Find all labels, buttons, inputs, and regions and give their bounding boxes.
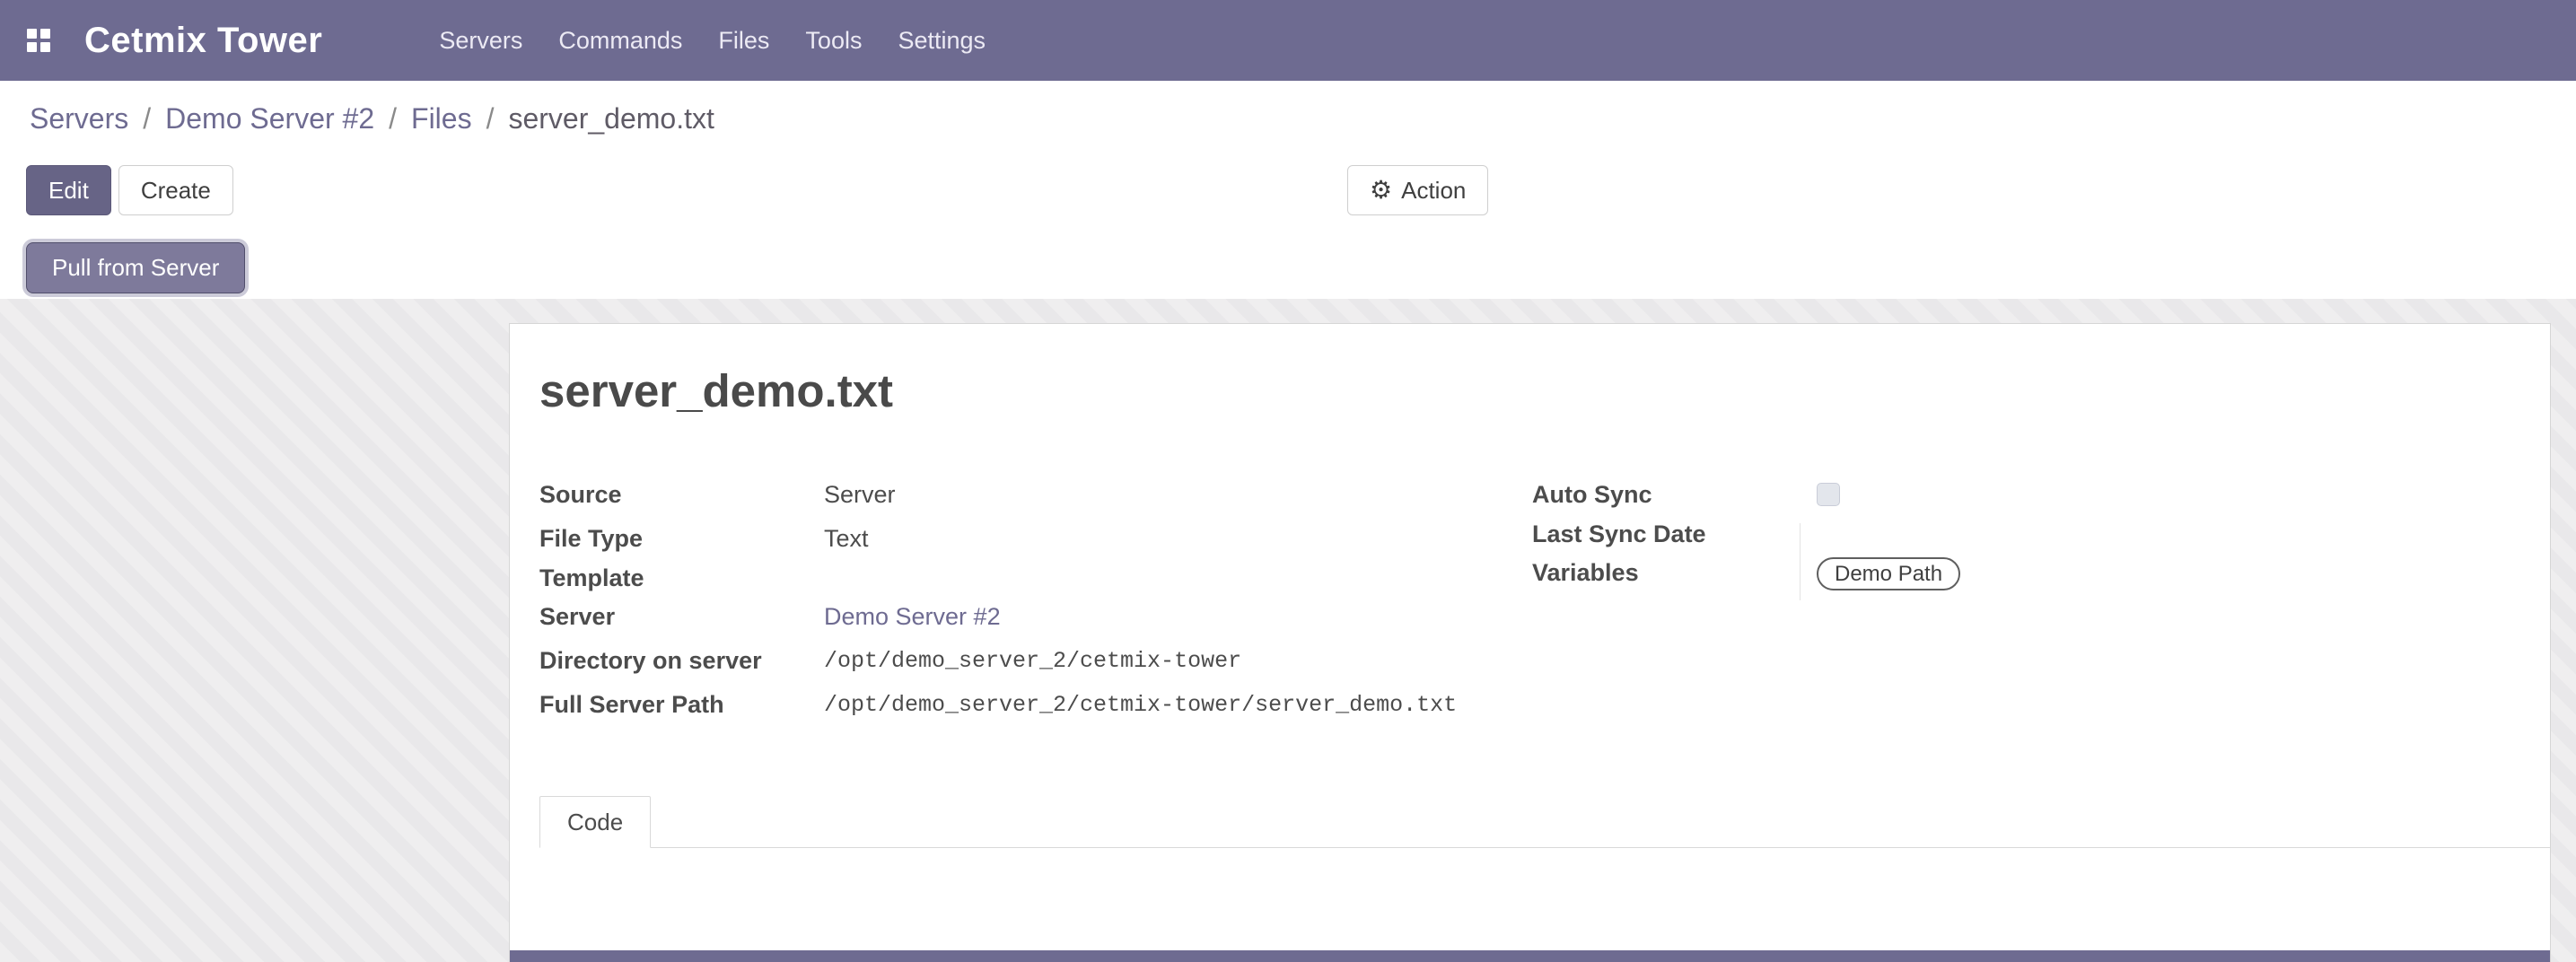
code-editor-top-strip <box>510 950 2550 962</box>
field-row-server: Server Demo Server #2 <box>539 595 1491 639</box>
field-row-last-sync-date: Last Sync Date <box>1532 517 2519 551</box>
form-view-background: server_demo.txt Source Server File Type … <box>0 299 2576 962</box>
action-menu-button[interactable]: ⚙ Action <box>1347 165 1488 215</box>
field-row-source: Source Server <box>539 473 1491 517</box>
field-label-template: Template <box>539 561 824 595</box>
field-value-full-path: /opt/demo_server_2/cetmix-tower/server_d… <box>824 683 1457 727</box>
field-label-server: Server <box>539 595 824 639</box>
form-sheet: server_demo.txt Source Server File Type … <box>509 323 2551 962</box>
notebook-tabs: Code <box>539 796 2550 848</box>
field-row-variables: Variables Demo Path <box>1532 551 2519 595</box>
field-row-file-type: File Type Text <box>539 517 1491 561</box>
edit-button[interactable]: Edit <box>26 165 111 215</box>
action-menu-label: Action <box>1401 177 1466 205</box>
form-buttons: Edit Create <box>26 165 233 215</box>
field-group-left: Source Server File Type Text Template Se… <box>539 473 1491 727</box>
field-value-variables: Demo Path <box>1817 551 1960 595</box>
gear-icon: ⚙ <box>1370 178 1392 203</box>
field-row-full-path: Full Server Path /opt/demo_server_2/cetm… <box>539 683 1491 727</box>
brand-title[interactable]: Cetmix Tower <box>84 21 322 61</box>
field-label-source: Source <box>539 473 824 517</box>
menu-commands[interactable]: Commands <box>540 0 700 81</box>
field-value-source: Server <box>824 473 896 517</box>
variable-tag-demo-path: Demo Path <box>1817 557 1960 590</box>
top-navbar: Cetmix Tower Servers Commands Files Tool… <box>0 0 2576 81</box>
main-menu: Servers Commands Files Tools Settings <box>421 0 1003 81</box>
breadcrumb-servers[interactable]: Servers <box>30 102 128 136</box>
breadcrumb: Servers / Demo Server #2 / Files / serve… <box>30 102 714 136</box>
breadcrumb-separator: / <box>486 102 495 136</box>
menu-tools[interactable]: Tools <box>787 0 880 81</box>
grid-dot <box>40 42 50 52</box>
field-label-variables: Variables <box>1532 551 1817 595</box>
field-value-server-link[interactable]: Demo Server #2 <box>824 595 1001 639</box>
menu-servers[interactable]: Servers <box>421 0 540 81</box>
apps-grid-icon[interactable] <box>27 29 50 52</box>
breadcrumb-demo-server-2[interactable]: Demo Server #2 <box>165 102 374 136</box>
field-label-directory: Directory on server <box>539 639 824 683</box>
breadcrumb-current-file: server_demo.txt <box>508 102 714 136</box>
field-label-full-path: Full Server Path <box>539 683 824 727</box>
field-group-right: Auto Sync Last Sync Date Variables Demo … <box>1532 473 2519 595</box>
menu-files[interactable]: Files <box>700 0 787 81</box>
field-row-auto-sync: Auto Sync <box>1532 473 2519 517</box>
breadcrumb-separator: / <box>389 102 397 136</box>
field-label-auto-sync: Auto Sync <box>1532 473 1817 517</box>
field-label-last-sync-date: Last Sync Date <box>1532 517 1817 551</box>
field-row-directory: Directory on server /opt/demo_server_2/c… <box>539 639 1491 683</box>
grid-dot <box>27 42 37 52</box>
field-label-file-type: File Type <box>539 517 824 561</box>
pull-from-server-button[interactable]: Pull from Server <box>26 242 245 293</box>
field-separator-line <box>1800 523 1801 600</box>
grid-dot <box>27 29 37 39</box>
create-button[interactable]: Create <box>118 165 233 215</box>
tab-code[interactable]: Code <box>539 796 651 848</box>
breadcrumb-files[interactable]: Files <box>411 102 472 136</box>
field-value-directory: /opt/demo_server_2/cetmix-tower <box>824 639 1241 683</box>
auto-sync-checkbox[interactable] <box>1817 483 1840 506</box>
field-row-template: Template <box>539 561 1491 595</box>
breadcrumb-separator: / <box>143 102 151 136</box>
field-value-file-type: Text <box>824 517 869 561</box>
menu-settings[interactable]: Settings <box>880 0 1003 81</box>
record-title: server_demo.txt <box>539 364 893 417</box>
grid-dot <box>40 29 50 39</box>
app-window: Cetmix Tower Servers Commands Files Tool… <box>0 0 2576 962</box>
control-panel: Servers / Demo Server #2 / Files / serve… <box>0 81 2576 299</box>
